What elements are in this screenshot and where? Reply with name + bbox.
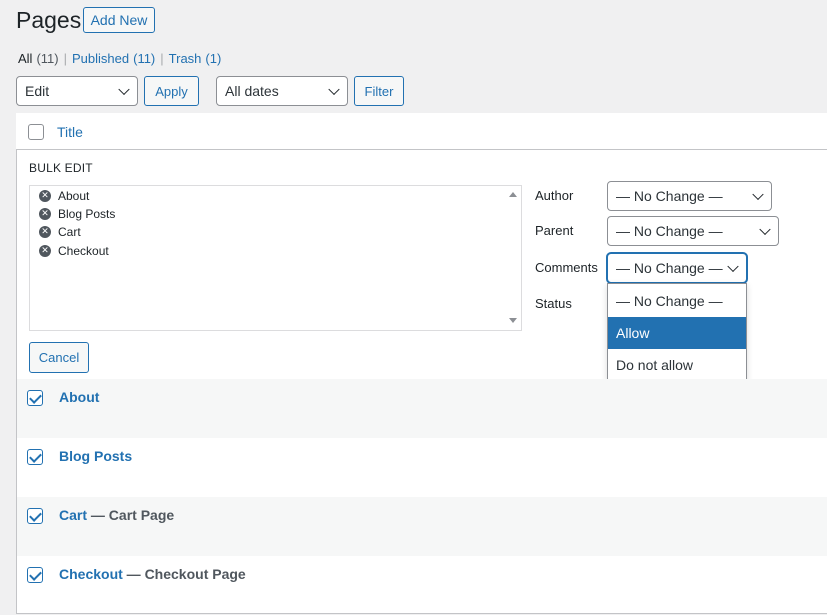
comments-dropdown: — No Change — Allow Do not allow — [607, 283, 747, 381]
scroll-up-icon[interactable] — [509, 192, 517, 197]
bulk-edit-item: ✕ Checkout — [39, 244, 109, 258]
row-checkbox[interactable] — [27, 567, 43, 583]
status-filters: All (11) | Published (11) | Trash (1) — [18, 51, 221, 66]
row-title-link[interactable]: Cart — [59, 507, 87, 523]
dates-select[interactable]: All dates — [216, 76, 348, 106]
chevron-down-icon — [752, 188, 764, 201]
filter-separator: | — [63, 51, 67, 66]
row-state: — Checkout Page — [122, 566, 246, 582]
dropdown-option[interactable]: Do not allow — [608, 349, 746, 381]
comments-value: — No Change — — [616, 260, 723, 276]
bulk-action-select[interactable]: Edit — [16, 76, 138, 106]
page-title: Pages — [16, 7, 82, 33]
comments-label: Comments — [535, 260, 598, 275]
row-title-wrap: Blog Posts — [59, 448, 132, 464]
row-title-link[interactable]: Checkout — [59, 566, 123, 582]
chevron-down-icon — [328, 83, 340, 96]
bulk-edit-item: ✕ About — [39, 189, 89, 203]
parent-select[interactable]: — No Change — — [607, 216, 779, 246]
dates-value: All dates — [225, 83, 279, 99]
dropdown-option-highlighted[interactable]: Allow — [608, 317, 746, 349]
table-header — [16, 113, 827, 150]
filter-published-count[interactable]: (11) — [133, 51, 155, 66]
bulk-edit-item-label: Blog Posts — [58, 207, 116, 221]
apply-button[interactable]: Apply — [144, 76, 199, 106]
filter-all-count: (11) — [36, 51, 59, 66]
filter-button[interactable]: Filter — [354, 76, 404, 106]
row-title-link[interactable]: Blog Posts — [59, 448, 132, 464]
table-row — [17, 497, 827, 556]
bulk-edit-item-label: Cart — [58, 225, 81, 239]
filter-separator: | — [160, 51, 164, 66]
cancel-button[interactable]: Cancel — [29, 342, 89, 373]
table-row — [17, 556, 827, 615]
bulk-edit-item-label: About — [58, 189, 90, 203]
row-title-wrap: About — [59, 389, 99, 405]
column-title-link[interactable]: Title — [57, 124, 83, 140]
row-title-wrap: Checkout — Checkout Page — [59, 566, 246, 582]
bulk-edit-title: BULK EDIT — [29, 161, 93, 175]
row-title-wrap: Cart — Cart Page — [59, 507, 174, 523]
bulk-edit-item-label: Checkout — [58, 244, 109, 258]
parent-label: Parent — [535, 223, 574, 238]
row-state: — Cart Page — [87, 507, 175, 523]
comments-select[interactable]: — No Change — — [607, 253, 747, 283]
filter-trash-count[interactable]: (1) — [205, 51, 221, 66]
remove-icon[interactable]: ✕ — [39, 190, 51, 202]
dropdown-option[interactable]: — No Change — — [608, 285, 746, 317]
remove-icon[interactable]: ✕ — [39, 245, 51, 257]
remove-icon[interactable]: ✕ — [39, 208, 51, 220]
add-new-button[interactable]: Add New — [83, 7, 155, 33]
row-title-link[interactable]: About — [59, 389, 99, 405]
row-checkbox[interactable] — [27, 449, 43, 465]
scroll-down-icon[interactable] — [509, 318, 517, 323]
select-all-checkbox[interactable] — [28, 124, 44, 140]
table-row — [17, 379, 827, 438]
chevron-down-icon — [118, 83, 130, 96]
filter-all-link[interactable]: All — [18, 51, 32, 66]
chevron-down-icon — [759, 223, 771, 236]
bulk-action-value: Edit — [25, 83, 50, 99]
row-checkbox[interactable] — [27, 390, 43, 406]
table-row — [17, 438, 827, 497]
bulk-edit-item: ✕ Cart — [39, 225, 81, 239]
chevron-down-icon — [727, 260, 739, 273]
row-checkbox[interactable] — [27, 508, 43, 524]
status-label: Status — [535, 296, 572, 311]
filter-trash-link[interactable]: Trash — [169, 51, 202, 66]
author-select[interactable]: — No Change — — [607, 181, 772, 211]
author-value: — No Change — — [616, 188, 723, 204]
remove-icon[interactable]: ✕ — [39, 226, 51, 238]
filter-published-link[interactable]: Published — [72, 51, 129, 66]
bulk-edit-item: ✕ Blog Posts — [39, 207, 115, 221]
author-label: Author — [535, 188, 574, 203]
parent-value: — No Change — — [616, 223, 723, 239]
